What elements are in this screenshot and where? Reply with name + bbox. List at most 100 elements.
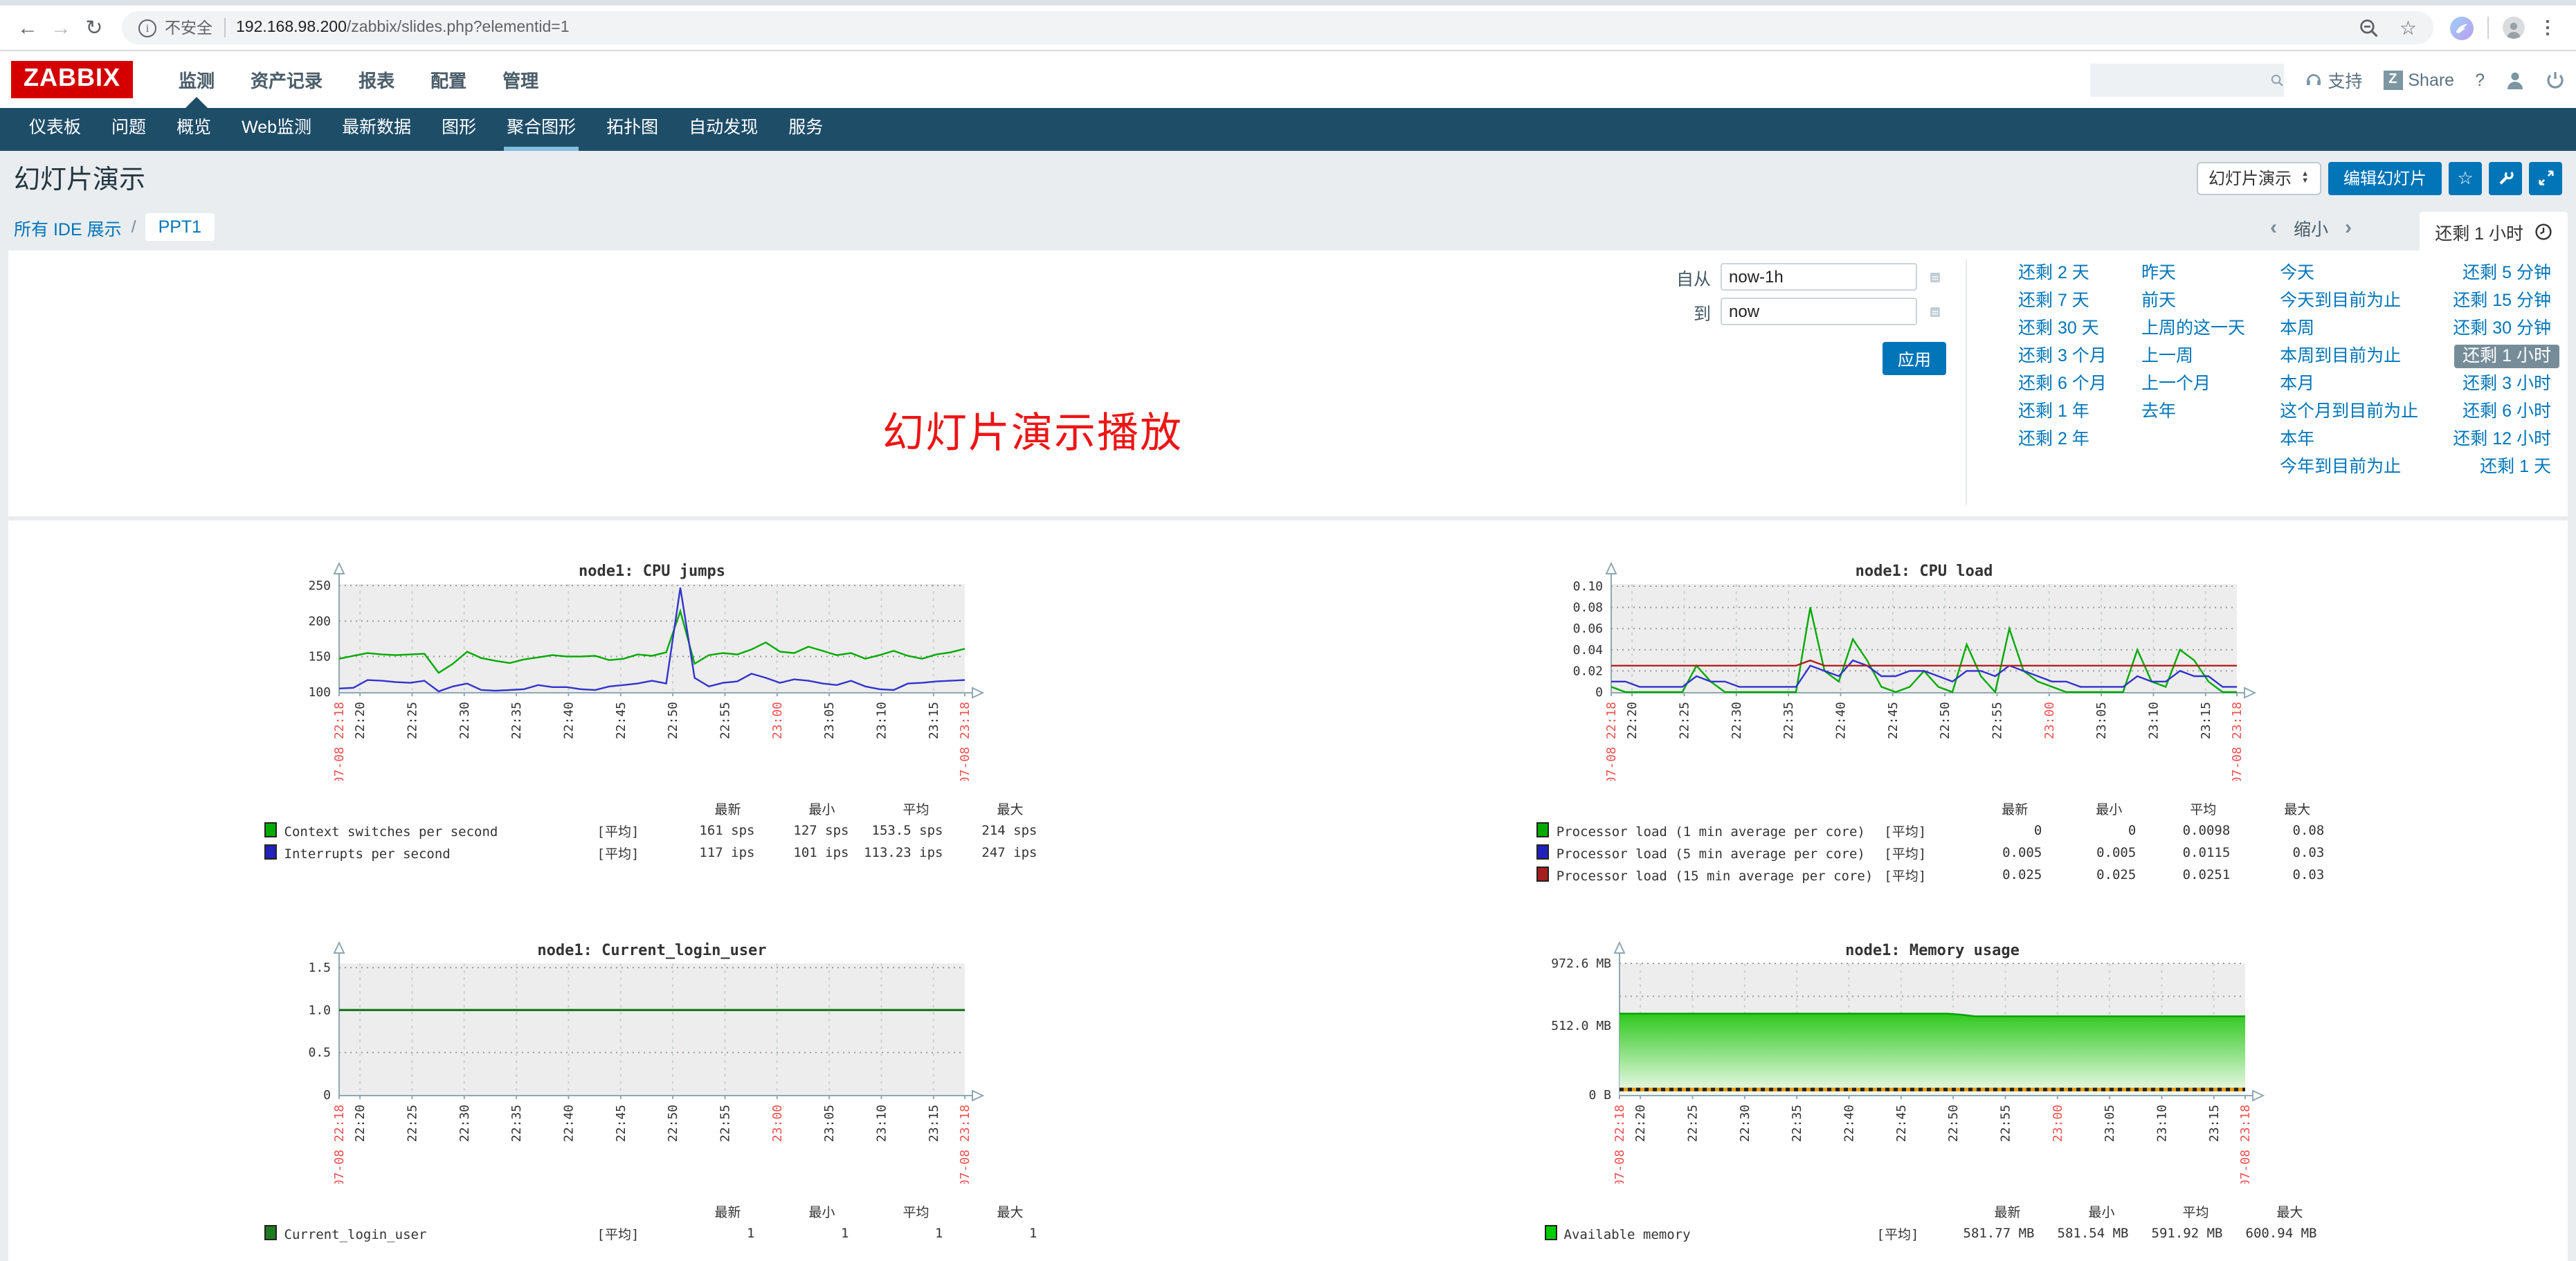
- time-range-link[interactable]: 昨天: [2141, 264, 2245, 282]
- time-range-link[interactable]: 上一个月: [2141, 375, 2245, 393]
- edit-slideshow-button[interactable]: 编辑幻灯片: [2328, 161, 2442, 194]
- time-range-link[interactable]: 这个月到目前为止: [2280, 403, 2418, 421]
- time-range-link[interactable]: 还剩 7 天: [2018, 292, 2107, 310]
- time-range-link[interactable]: 还剩 1 年: [2018, 403, 2107, 421]
- user-profile-icon[interactable]: [2505, 70, 2525, 89]
- time-range-link[interactable]: 今年到目前为止: [2280, 458, 2418, 476]
- graph-image-cpu-jumps[interactable]: 10015020025007-08 22:1822:2022:2522:3022…: [260, 562, 985, 781]
- time-range-link[interactable]: 本周: [2280, 320, 2418, 338]
- page-title: 幻灯片演示: [14, 159, 145, 197]
- sub-nav-item[interactable]: 聚合图形: [491, 108, 591, 151]
- to-input[interactable]: [1721, 298, 1917, 325]
- graph-image-login-user[interactable]: 00.51.01.507-08 22:1822:2022:2522:3022:3…: [260, 941, 985, 1183]
- graph-legend-memory: 最新最小平均最大Available memory[平均]581.77 MB581…: [1545, 1200, 2317, 1244]
- svg-text:512.0 MB: 512.0 MB: [1551, 1019, 1611, 1033]
- time-range-link[interactable]: 上一周: [2141, 347, 2245, 365]
- from-label: 自从: [1664, 264, 1711, 290]
- time-range-link[interactable]: 还剩 5 分钟: [2462, 264, 2551, 282]
- logout-power-icon[interactable]: [2546, 70, 2565, 89]
- time-back-chevron[interactable]: ‹: [2253, 215, 2294, 239]
- wrench-settings-button[interactable]: [2489, 161, 2522, 194]
- from-input[interactable]: [1721, 263, 1917, 291]
- sub-nav-item[interactable]: 仪表板: [14, 108, 96, 151]
- support-link[interactable]: 支持: [2304, 66, 2362, 93]
- time-range-link[interactable]: 还剩 15 分钟: [2453, 292, 2551, 310]
- graph-image-memory[interactable]: 0 B512.0 MB972.6 MB07-08 22:1822:2022:25…: [1539, 941, 2265, 1183]
- from-calendar-button[interactable]: [1921, 263, 1949, 291]
- address-bar[interactable]: i 不安全 192.168.98.200 /zabbix/slides.php?…: [122, 11, 2433, 44]
- time-range-link[interactable]: 还剩 6 小时: [2462, 403, 2551, 421]
- slideshow-select[interactable]: 幻灯片演示 ▲▼: [2196, 161, 2321, 194]
- breadcrumb-current-link[interactable]: PPT1: [146, 213, 215, 241]
- reload-icon[interactable]: ↻: [78, 15, 111, 40]
- graph-image-cpu-load[interactable]: 00.020.040.060.080.1007-08 22:1822:2022:…: [1532, 562, 2257, 781]
- breadcrumb-root-link[interactable]: 所有 IDE 展示: [14, 214, 122, 240]
- info-icon[interactable]: i: [138, 19, 156, 37]
- zoom-out-range-link[interactable]: 缩小: [2294, 214, 2328, 240]
- main-nav-item[interactable]: 报表: [341, 51, 412, 108]
- sub-nav-item[interactable]: 最新数据: [327, 108, 426, 151]
- time-range-link[interactable]: 前天: [2141, 292, 2245, 310]
- time-range-link[interactable]: 还剩 12 小时: [2453, 430, 2551, 448]
- time-range-link[interactable]: 还剩 3 个月: [2018, 347, 2107, 365]
- apply-button[interactable]: 应用: [1883, 342, 1946, 375]
- quick-column: 昨天前天上周的这一天上一周上一个月去年: [2141, 264, 2245, 476]
- time-range-link[interactable]: 还剩 3 小时: [2462, 375, 2551, 393]
- time-range-link[interactable]: 本月: [2280, 375, 2418, 393]
- graph-login-user: 00.51.01.507-08 22:1822:2022:2522:3022:3…: [260, 941, 1037, 1244]
- svg-text:22:35: 22:35: [1782, 702, 1797, 739]
- time-range-link[interactable]: 今天: [2280, 264, 2418, 282]
- help-link[interactable]: ?: [2475, 70, 2485, 89]
- time-range-link[interactable]: 还剩 1 天: [2480, 458, 2551, 476]
- time-forward-chevron[interactable]: ›: [2328, 215, 2368, 239]
- main-nav-item[interactable]: 监测: [161, 51, 233, 108]
- sub-nav-item[interactable]: 自动发现: [673, 108, 773, 151]
- legend-swatch: [265, 844, 278, 859]
- time-range-link[interactable]: 还剩 2 天: [2018, 264, 2107, 282]
- time-range-link[interactable]: 去年: [2141, 403, 2245, 421]
- profile-avatar[interactable]: [2503, 17, 2525, 39]
- time-range-link[interactable]: 还剩 1 小时: [2454, 345, 2559, 368]
- svg-text:23:10: 23:10: [2155, 1105, 2169, 1142]
- main-nav-item[interactable]: 配置: [412, 51, 484, 108]
- svg-text:22:20: 22:20: [354, 1105, 368, 1142]
- main-nav-item[interactable]: 资产记录: [233, 51, 341, 108]
- time-range-link[interactable]: 本年: [2280, 430, 2418, 448]
- bookmark-star-icon[interactable]: ☆: [2400, 16, 2417, 39]
- extension-bird-icon[interactable]: [2450, 16, 2474, 39]
- sub-nav-item[interactable]: Web监测: [226, 108, 327, 151]
- time-range-link[interactable]: 还剩 30 天: [2018, 320, 2107, 338]
- time-range-link[interactable]: 上周的这一天: [2141, 320, 2245, 338]
- calendar-icon: [1930, 266, 1941, 287]
- sub-nav-item[interactable]: 服务: [773, 108, 838, 151]
- time-range-link[interactable]: 今天到目前为止: [2280, 292, 2418, 310]
- forward-icon[interactable]: →: [44, 16, 78, 39]
- svg-text:0.5: 0.5: [309, 1046, 332, 1060]
- to-calendar-button[interactable]: [1921, 298, 1949, 325]
- svg-text:150: 150: [309, 650, 332, 664]
- sub-nav-item[interactable]: 拓扑图: [591, 108, 673, 151]
- active-time-range-tab[interactable]: 还剩 1 小时: [2420, 212, 2568, 251]
- header-search[interactable]: [2089, 63, 2283, 96]
- main-nav-item[interactable]: 管理: [484, 51, 556, 108]
- time-range-link[interactable]: 还剩 30 分钟: [2453, 320, 2551, 338]
- quick-column: 还剩 5 分钟还剩 15 分钟还剩 30 分钟还剩 1 小时还剩 3 小时还剩 …: [2453, 264, 2551, 476]
- svg-text:23:10: 23:10: [875, 1105, 889, 1142]
- back-icon[interactable]: ←: [11, 16, 44, 39]
- sub-nav-item[interactable]: 图形: [426, 108, 491, 151]
- time-range-link[interactable]: 还剩 6 个月: [2018, 375, 2107, 393]
- time-range-link[interactable]: 还剩 2 年: [2018, 430, 2107, 448]
- zoom-out-page-icon[interactable]: [2359, 17, 2380, 38]
- time-range-link[interactable]: 本周到目前为止: [2280, 347, 2418, 365]
- sub-nav-item[interactable]: 概览: [161, 108, 226, 151]
- search-icon[interactable]: [2269, 70, 2283, 89]
- svg-text:22:25: 22:25: [406, 1105, 420, 1142]
- sub-nav-item[interactable]: 问题: [96, 108, 161, 151]
- fullscreen-button[interactable]: [2529, 161, 2562, 194]
- zabbix-logo[interactable]: ZABBIX: [11, 61, 133, 98]
- svg-text:07-08 22:18: 07-08 22:18: [1613, 1105, 1627, 1183]
- favourite-star-button[interactable]: ☆: [2449, 161, 2482, 194]
- share-link[interactable]: Z Share: [2383, 70, 2454, 89]
- search-input[interactable]: [2089, 63, 2269, 96]
- browser-menu-icon[interactable]: ⋮: [2530, 17, 2565, 39]
